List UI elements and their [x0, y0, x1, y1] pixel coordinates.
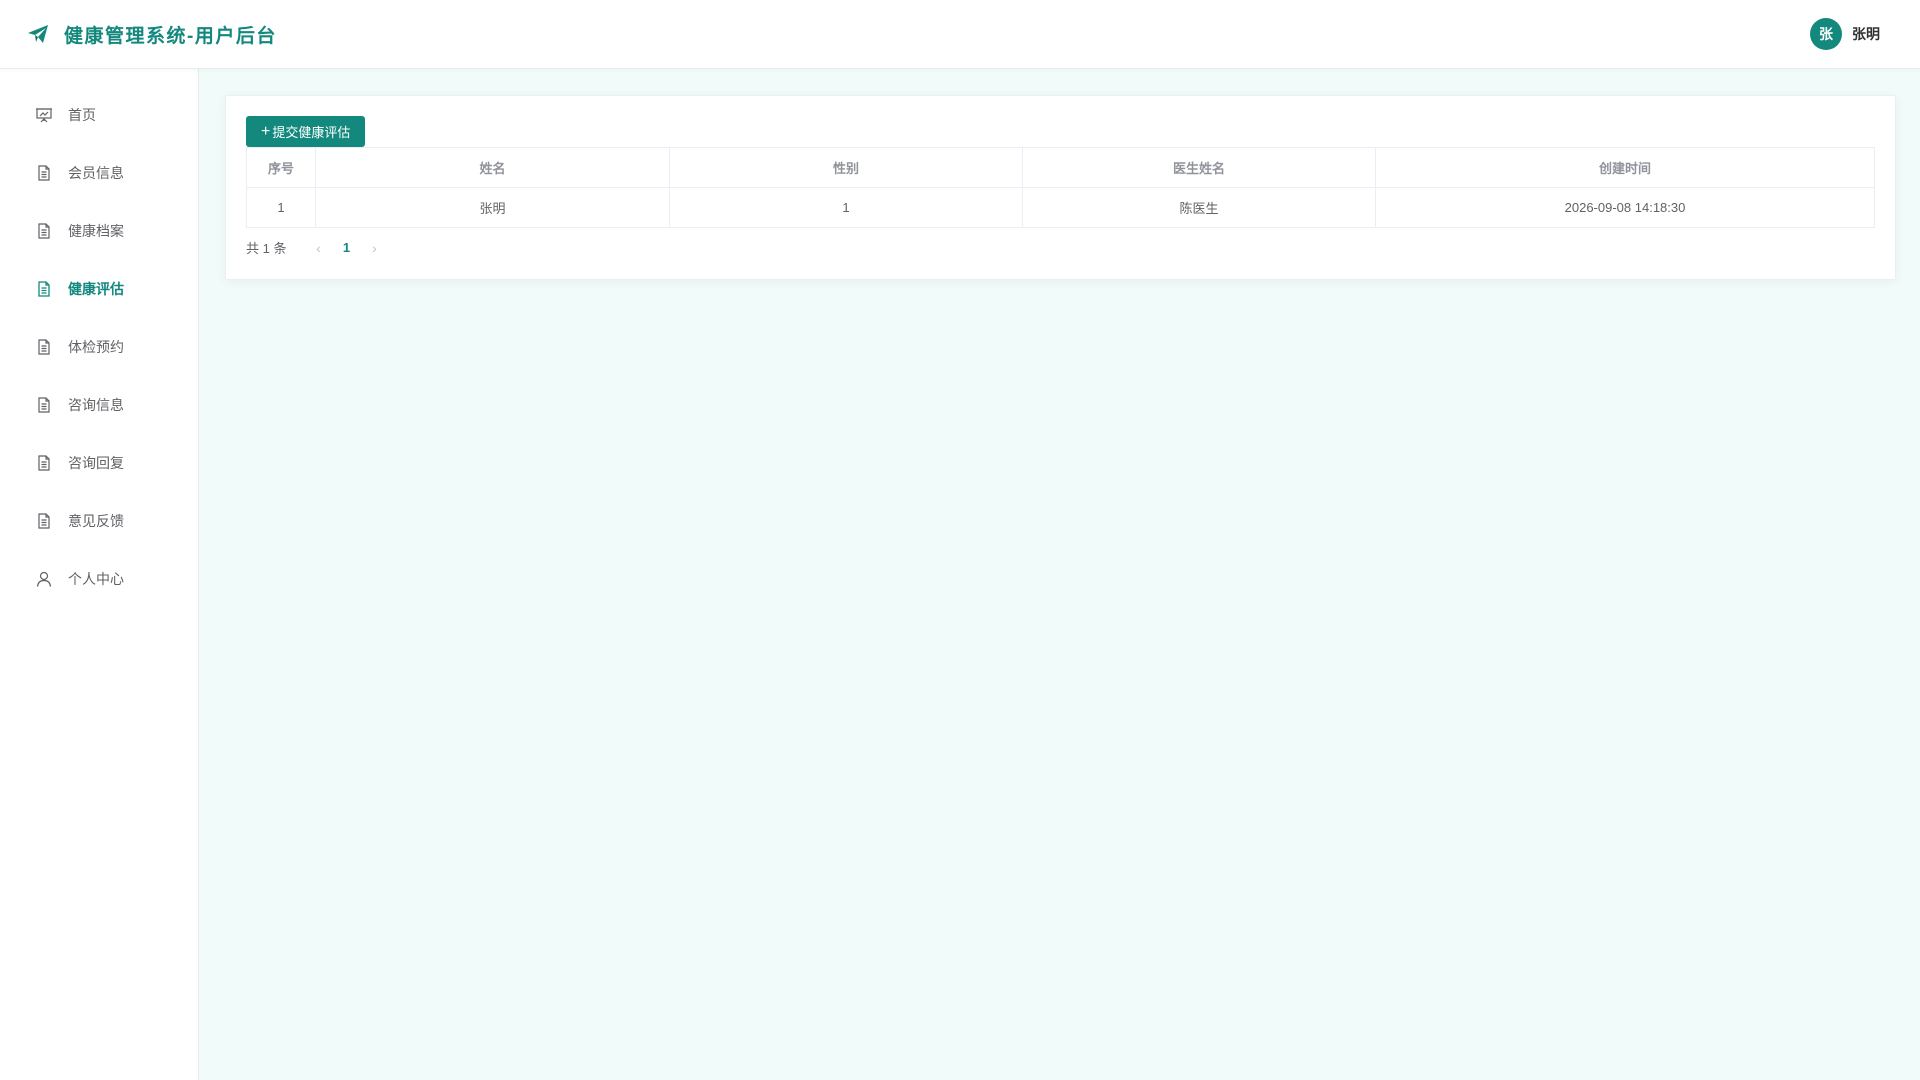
sidebar-item-consultation-info[interactable]: 咨询信息 — [0, 376, 198, 434]
sidebar-item-profile[interactable]: 个人中心 — [0, 550, 198, 608]
pagination-total: 共 1 条 — [246, 241, 287, 256]
document-icon — [35, 396, 53, 414]
sidebar-item-health-records[interactable]: 健康档案 — [0, 202, 198, 260]
avatar[interactable]: 张 — [1810, 18, 1842, 50]
cell-name: 张明 — [315, 187, 670, 228]
sidebar-item-health-assessment[interactable]: 健康评估 — [0, 260, 198, 318]
chevron-right-icon[interactable]: › — [362, 240, 386, 256]
top-header: 健康管理系统-用户后台 张 张明 — [0, 0, 1920, 69]
sidebar-item-member-info[interactable]: 会员信息 — [0, 144, 198, 202]
pagination-page-1[interactable]: 1 — [330, 240, 362, 255]
sidebar-item-label: 咨询信息 — [68, 397, 124, 413]
sidebar-item-label: 健康评估 — [68, 281, 124, 297]
sidebar-item-label: 健康档案 — [68, 223, 124, 239]
cell-created-time: 2026-09-08 14:18:30 — [1375, 187, 1875, 228]
submit-assessment-button[interactable]: + 提交健康评估 — [246, 116, 366, 147]
column-header-doctor[interactable]: 医生姓名 — [1022, 147, 1376, 188]
document-icon — [35, 338, 53, 356]
column-header-name[interactable]: 姓名 — [315, 147, 670, 188]
table-row[interactable]: 1 张明 1 陈医生 2026-09-08 14:18:30 — [246, 187, 1875, 228]
user-menu[interactable]: 张 张明 — [1810, 18, 1880, 50]
user-name[interactable]: 张明 — [1852, 24, 1880, 44]
main-content: + 提交健康评估 序号 姓名 性别 医生姓名 创建时间 1 张明 1 陈医生 2… — [199, 69, 1920, 1080]
sidebar-item-consultation-reply[interactable]: 咨询回复 — [0, 434, 198, 492]
sidebar-item-feedback[interactable]: 意见反馈 — [0, 492, 198, 550]
document-icon — [35, 512, 53, 530]
assessment-table: 序号 姓名 性别 医生姓名 创建时间 1 张明 1 陈医生 2026-09-08… — [246, 147, 1875, 228]
cell-doctor: 陈医生 — [1022, 187, 1376, 228]
pagination: 共 1 条 ‹ 1 › — [246, 238, 1875, 257]
document-icon — [35, 280, 53, 298]
document-icon — [35, 222, 53, 240]
presentation-icon — [35, 106, 53, 124]
paper-plane-icon — [28, 25, 48, 43]
sidebar: 首页 会员信息 健康档案 健康评估 体检预约 咨询信息 咨询回复 意见反馈 个人… — [0, 69, 199, 1080]
column-header-created-time[interactable]: 创建时间 — [1375, 147, 1875, 188]
chevron-left-icon[interactable]: ‹ — [306, 240, 330, 256]
app-title: 健康管理系统-用户后台 — [64, 25, 277, 47]
column-header-gender[interactable]: 性别 — [669, 147, 1023, 188]
sidebar-item-label: 咨询回复 — [68, 455, 124, 471]
brand: 健康管理系统-用户后台 — [26, 21, 277, 48]
table-header-row: 序号 姓名 性别 医生姓名 创建时间 — [246, 147, 1875, 188]
sidebar-item-checkup-booking[interactable]: 体检预约 — [0, 318, 198, 376]
document-icon — [35, 164, 53, 182]
sidebar-item-label: 首页 — [68, 107, 96, 123]
button-label: 提交健康评估 — [272, 125, 351, 140]
sidebar-item-label: 意见反馈 — [68, 513, 124, 529]
plus-icon: + — [261, 122, 271, 140]
sidebar-item-label: 体检预约 — [68, 339, 124, 355]
sidebar-item-home[interactable]: 首页 — [0, 86, 198, 144]
cell-index: 1 — [246, 187, 316, 228]
document-icon — [35, 454, 53, 472]
sidebar-item-label: 会员信息 — [68, 165, 124, 181]
sidebar-item-label: 个人中心 — [68, 571, 124, 587]
column-header-index[interactable]: 序号 — [246, 147, 316, 188]
user-icon — [35, 570, 53, 588]
cell-gender: 1 — [669, 187, 1023, 228]
content-card: + 提交健康评估 序号 姓名 性别 医生姓名 创建时间 1 张明 1 陈医生 2… — [225, 95, 1896, 280]
